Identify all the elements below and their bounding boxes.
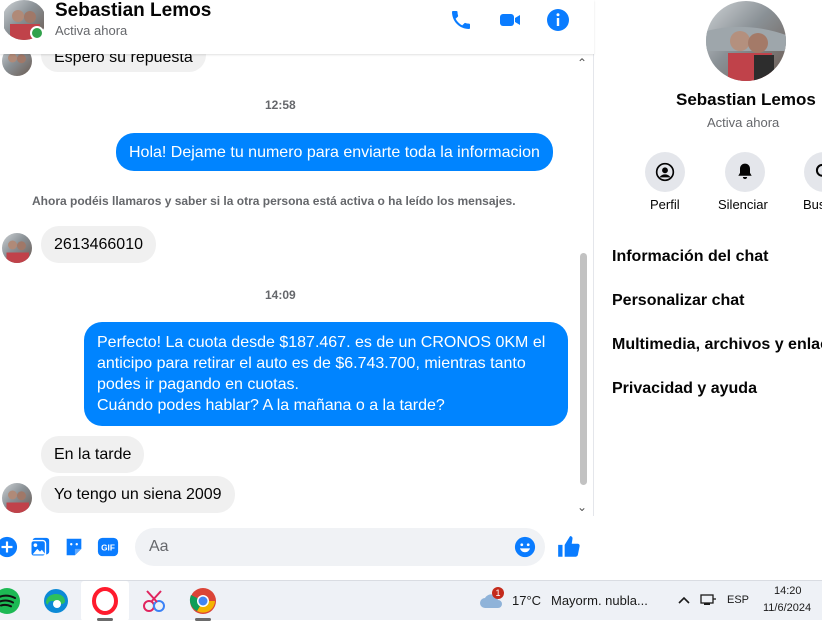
search-icon <box>815 163 822 177</box>
svg-text:GIF: GIF <box>101 544 115 553</box>
message-list[interactable]: Espero su repuesta 12:58 Hola! Dejame tu… <box>0 54 594 516</box>
info-icon[interactable] <box>546 8 570 32</box>
spotify-icon[interactable] <box>0 586 22 616</box>
bell-icon <box>738 163 752 180</box>
clock-date[interactable]: 11/6/2024 <box>763 602 811 614</box>
online-indicator <box>30 26 44 40</box>
mute-label: Silenciar <box>718 197 768 212</box>
menu-media-files-links[interactable]: Multimedia, archivos y enlac <box>612 336 822 354</box>
phone-icon[interactable] <box>449 8 473 32</box>
chrome-icon[interactable] <box>188 586 218 616</box>
message-input[interactable] <box>147 537 507 557</box>
incoming-message[interactable]: Espero su repuesta <box>41 54 206 72</box>
edge-icon[interactable] <box>41 586 71 616</box>
message-line: Perfecto! La cuota desde $187.467. es de… <box>97 334 546 351</box>
search-button[interactable] <box>804 152 822 192</box>
network-icon[interactable] <box>699 593 717 607</box>
chat-window: Sebastian Lemos Activa ahora Espero su r… <box>0 0 594 580</box>
emoji-icon[interactable] <box>514 536 536 558</box>
message-avatar <box>2 483 32 513</box>
gif-icon[interactable]: GIF <box>97 536 119 558</box>
message-avatar <box>2 233 32 263</box>
incoming-message[interactable]: Yo tengo un siena 2009 <box>41 476 235 513</box>
opera-icon[interactable] <box>90 586 120 616</box>
image-icon[interactable] <box>29 536 51 558</box>
message-text: 2613466010 <box>54 236 143 253</box>
scroll-up-arrow[interactable]: ⌃ <box>577 56 587 70</box>
message-line: Cuándo podes hablar? A la mañana o a la … <box>97 397 445 414</box>
composer: GIF <box>0 516 594 580</box>
like-icon[interactable] <box>556 534 582 560</box>
contact-name[interactable]: Sebastian Lemos <box>55 0 211 22</box>
message-input-box[interactable] <box>135 528 545 566</box>
search-label: Bus <box>803 197 822 212</box>
message-avatar <box>2 54 32 76</box>
weather-badge: 1 <box>492 587 504 599</box>
contact-status: Activa ahora <box>55 23 128 38</box>
message-line: anticipo para retirar el auto es de $6.7… <box>97 355 526 372</box>
taskbar: 1 17°C Mayorm. nubla... ESP 14:20 11/6/2… <box>0 580 822 621</box>
profile-icon <box>655 162 675 182</box>
incoming-message[interactable]: 2613466010 <box>41 226 156 263</box>
timestamp: 14:09 <box>265 288 296 302</box>
incoming-message[interactable]: En la tarde <box>41 436 145 473</box>
language-indicator[interactable]: ESP <box>727 594 749 606</box>
plus-icon[interactable] <box>0 536 18 558</box>
scroll-down-arrow[interactable]: ⌄ <box>577 500 587 514</box>
message-text: En la tarde <box>54 446 132 463</box>
message-text: Espero su repuesta <box>54 54 193 66</box>
mute-button[interactable] <box>725 152 765 192</box>
profile-button[interactable] <box>645 152 685 192</box>
panel-contact-name: Sebastian Lemos <box>676 90 816 109</box>
snipping-tool-icon[interactable] <box>139 586 169 616</box>
menu-chat-info[interactable]: Información del chat <box>612 248 768 266</box>
chevron-up-icon[interactable] <box>677 594 691 606</box>
sticker-icon[interactable] <box>63 536 85 558</box>
chat-notice: Ahora podéis llamaros y saber si la otra… <box>32 194 516 208</box>
chat-header: Sebastian Lemos Activa ahora <box>0 0 594 54</box>
clock-time[interactable]: 14:20 <box>774 585 802 597</box>
outgoing-message[interactable]: Perfecto! La cuota desde $187.467. es de… <box>84 322 568 426</box>
panel-contact-status: Activa ahora <box>707 115 780 130</box>
outgoing-message[interactable]: Hola! Dejame tu numero para enviarte tod… <box>116 133 553 171</box>
profile-label: Perfil <box>650 197 680 212</box>
message-line: podes ir pagando en cuotas. <box>97 376 299 393</box>
message-text: Yo tengo un siena 2009 <box>54 486 222 503</box>
timestamp: 12:58 <box>265 98 296 112</box>
weather-description[interactable]: Mayorm. nubla... <box>551 593 648 608</box>
video-icon[interactable] <box>498 8 522 32</box>
menu-customize-chat[interactable]: Personalizar chat <box>612 292 745 310</box>
message-text: Hola! Dejame tu numero para enviarte tod… <box>129 144 540 161</box>
weather-temperature[interactable]: 17°C <box>512 593 541 608</box>
scrollbar-thumb[interactable] <box>580 253 587 485</box>
chat-info-panel: Sebastian Lemos Activa ahora Perfil Sile… <box>595 0 822 580</box>
menu-privacy-help[interactable]: Privacidad y ayuda <box>612 380 757 398</box>
panel-avatar[interactable] <box>706 1 786 81</box>
